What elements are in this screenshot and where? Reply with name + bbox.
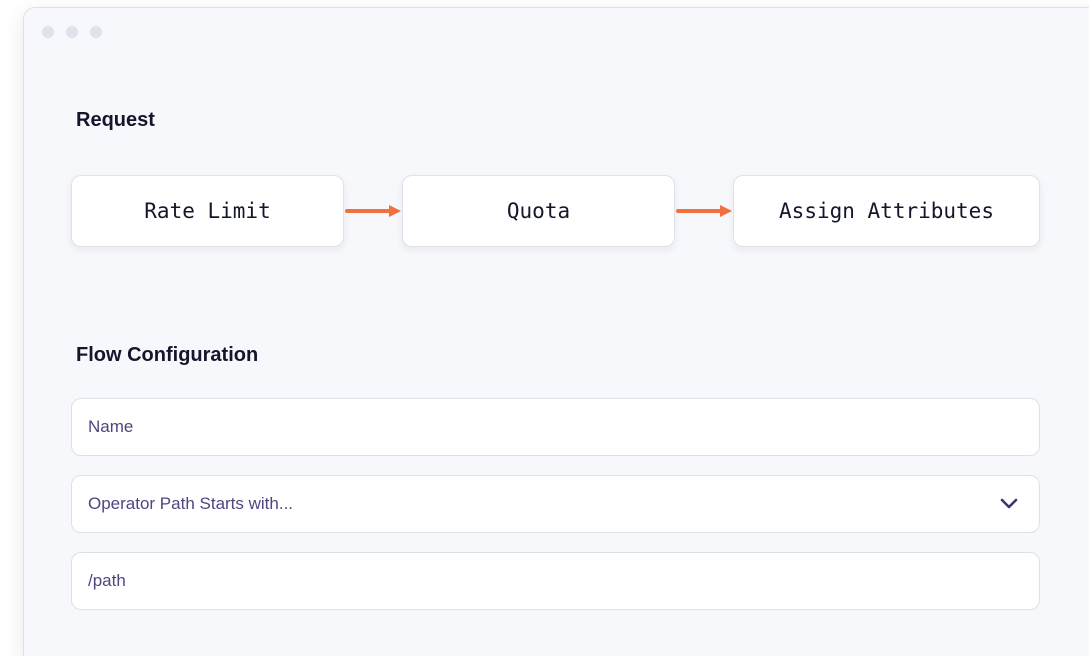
window-minimize-dot-icon[interactable] [66,26,78,38]
path-field[interactable]: /path [71,552,1040,610]
request-section-title: Request [76,109,155,131]
name-field[interactable]: Name [71,398,1040,456]
app-window: Request Rate Limit Quota Assign Attribut… [23,7,1089,656]
window-controls [42,26,102,38]
flow-configuration-title: Flow Configuration [76,344,259,366]
step-assign-attributes[interactable]: Assign Attributes [733,175,1040,247]
step-quota[interactable]: Quota [402,175,675,247]
path-field-value: /path [88,571,126,590]
arrow-right-icon [345,205,401,217]
chevron-down-icon[interactable] [999,497,1019,511]
name-field-value: Name [88,417,134,436]
window-close-dot-icon[interactable] [42,26,54,38]
operator-path-select[interactable]: Operator Path Starts with... [71,475,1040,533]
arrow-right-icon [676,205,732,217]
operator-path-select-value: Operator Path Starts with... [88,494,294,513]
step-rate-limit[interactable]: Rate Limit [71,175,344,247]
window-maximize-dot-icon[interactable] [90,26,102,38]
